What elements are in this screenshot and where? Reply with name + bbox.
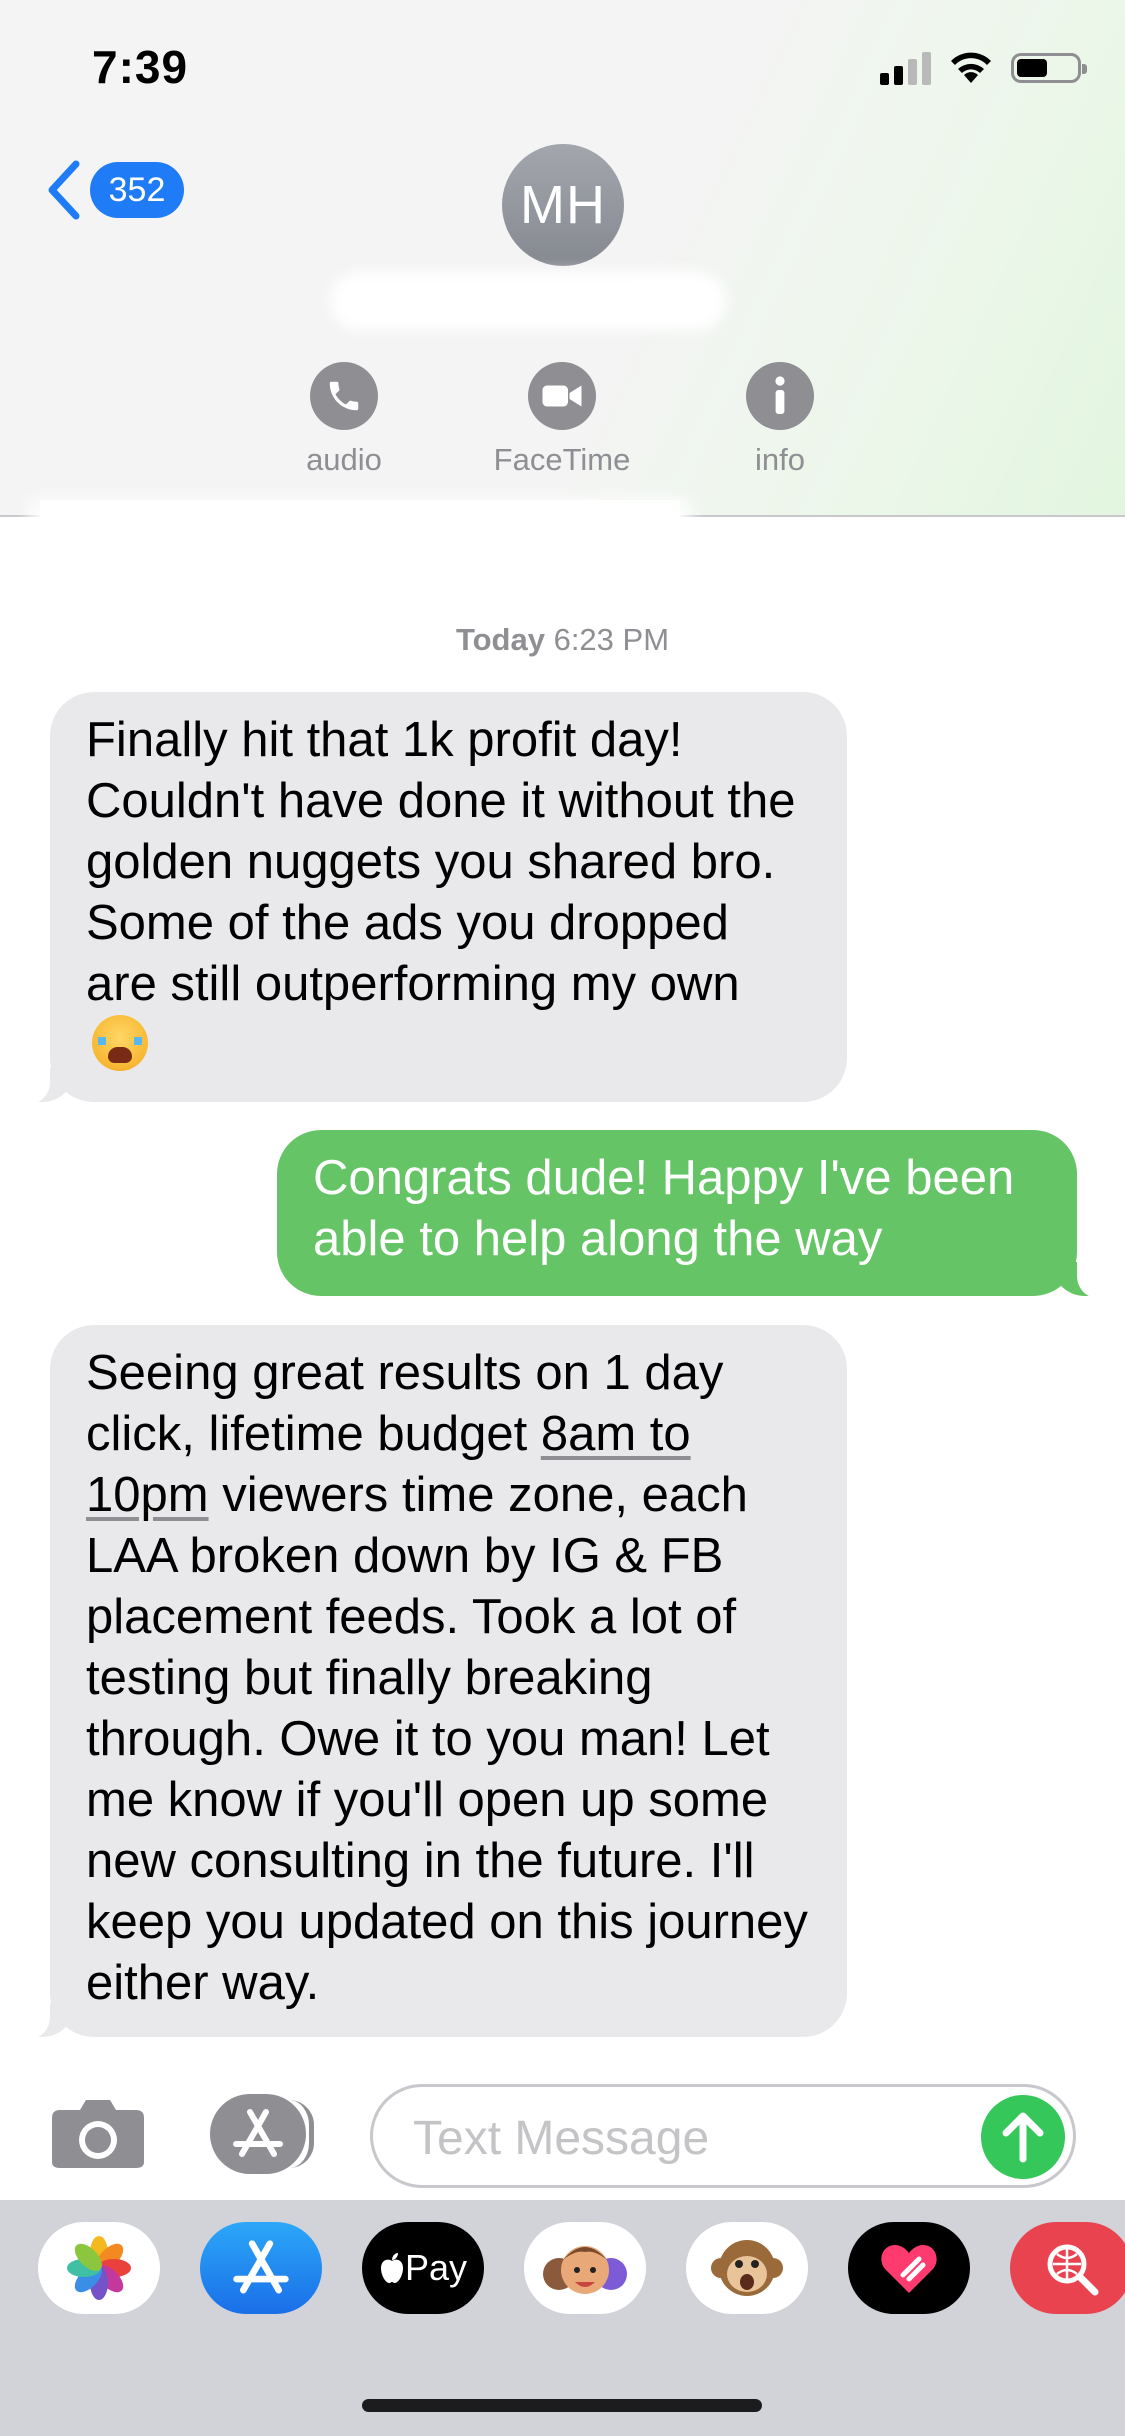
arrow-up-icon — [1002, 2112, 1044, 2163]
audio-label: audio — [306, 442, 382, 477]
message-text: Congrats dude! Happy I've been able to h… — [313, 1151, 1015, 1266]
info-icon — [746, 362, 814, 430]
text-message-input[interactable] — [411, 2107, 975, 2169]
cellular-signal-icon — [880, 51, 931, 85]
apple-logo-icon — [380, 2253, 403, 2283]
images-search-button[interactable] — [1010, 2222, 1125, 2314]
app-store-button[interactable] — [210, 2094, 314, 2174]
incoming-message-bubble[interactable]: Finally hit that 1k profit day! Couldn't… — [20, 692, 847, 1104]
message-timestamp: Today 6:23 PM — [0, 622, 1125, 658]
phone-icon — [310, 362, 378, 430]
redacted-contact-name — [340, 282, 716, 320]
chevron-left-icon — [48, 160, 80, 220]
unread-count-badge: 352 — [90, 162, 184, 218]
home-indicator[interactable] — [362, 2399, 762, 2412]
contact-actions: audio FaceTime info — [0, 362, 1125, 482]
back-button[interactable]: 352 — [46, 160, 184, 220]
facetime-button[interactable]: FaceTime — [472, 362, 652, 478]
images-search-icon — [1047, 2244, 1099, 2296]
redacted-area — [40, 500, 680, 560]
camera-button[interactable] — [50, 2098, 146, 2170]
outgoing-message-bubble[interactable]: Congrats dude! Happy I've been able to h… — [277, 1130, 1107, 1298]
digital-touch-button[interactable] — [848, 2222, 970, 2314]
info-button[interactable]: info — [690, 362, 870, 478]
contact-avatar[interactable]: MH — [502, 144, 624, 266]
timestamp-time: 6:23 PM — [553, 622, 670, 657]
app-store-icon — [233, 2109, 283, 2157]
apple-pay-label: Pay — [404, 2247, 468, 2288]
animoji-monkey-icon — [711, 2240, 783, 2296]
battery-icon — [1011, 53, 1087, 83]
digital-touch-icon — [881, 2245, 937, 2293]
memoji-stickers-icon — [543, 2246, 627, 2294]
memoji-stickers-button[interactable] — [524, 2222, 646, 2314]
app-store-app-button[interactable] — [200, 2222, 322, 2314]
audio-call-button[interactable]: audio — [254, 362, 434, 478]
message-text: Finally hit that 1k profit day! Couldn't… — [86, 713, 796, 1011]
crying-face-emoji-icon — [92, 1015, 148, 1071]
app-store-icon — [233, 2240, 289, 2294]
status-time: 7:39 — [92, 41, 189, 93]
camera-icon — [52, 2100, 144, 2168]
incoming-message-bubble[interactable]: Seeing great results on 1 day click, lif… — [20, 1325, 847, 2039]
send-button[interactable] — [981, 2095, 1065, 2179]
info-label: info — [755, 442, 805, 477]
status-icons — [880, 48, 1087, 88]
message-input-field[interactable] — [370, 2084, 1076, 2188]
message-text-part: viewers time zone, each LAA broken down … — [86, 1468, 808, 2010]
video-camera-icon — [528, 362, 596, 430]
photos-app-button[interactable] — [38, 2222, 160, 2314]
facetime-label: FaceTime — [493, 442, 631, 477]
timestamp-day: Today — [455, 622, 545, 657]
apple-pay-button[interactable]: Pay — [362, 2222, 484, 2314]
photos-app-icon — [67, 2236, 131, 2300]
wifi-icon — [951, 52, 991, 83]
animoji-button[interactable] — [686, 2222, 808, 2314]
conversation-header: 7:39 352 MH audio FaceTime info — [0, 0, 1125, 517]
